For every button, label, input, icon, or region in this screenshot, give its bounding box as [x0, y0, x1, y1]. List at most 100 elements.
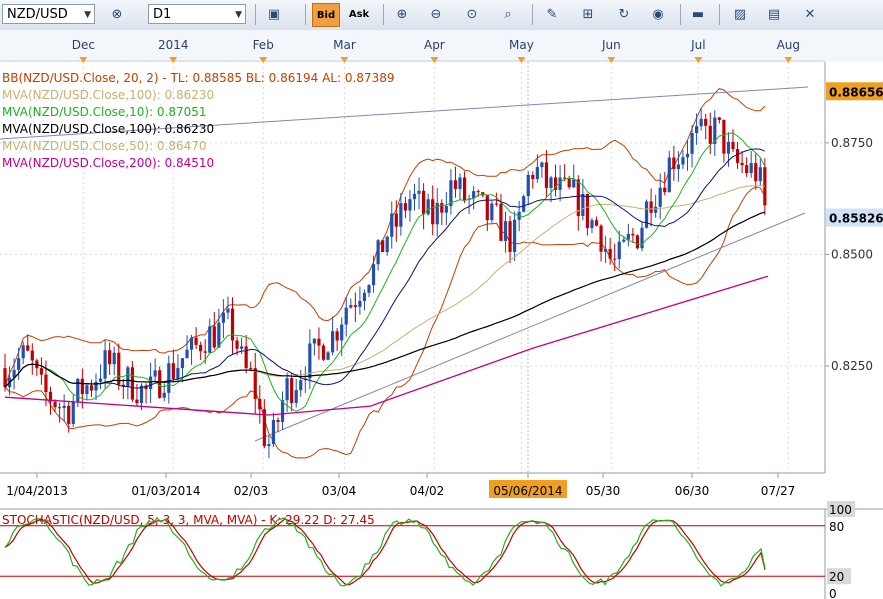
toolbar-separator	[305, 4, 306, 25]
toolbar-separator	[680, 4, 681, 25]
month-label: Jun	[601, 38, 621, 52]
candle-body	[722, 119, 726, 154]
candle-body	[704, 118, 708, 126]
candle-body	[567, 178, 571, 188]
candle-body	[740, 162, 744, 166]
candle-body	[726, 141, 731, 154]
stoch-tick-label: 100	[829, 503, 852, 517]
high-price-label: 0.88656	[829, 85, 883, 99]
zoom-reset-icon[interactable]: ⊙	[460, 3, 484, 25]
candle-body	[208, 326, 212, 353]
candle-body	[403, 203, 407, 211]
candle-body	[21, 345, 25, 359]
candle-body	[94, 381, 98, 391]
candle-body	[622, 239, 626, 242]
candle-body	[80, 378, 84, 395]
candle-body	[462, 177, 467, 201]
candle-body	[717, 117, 721, 120]
zoom-in-icon[interactable]: ⊕	[390, 3, 414, 25]
candle-body	[62, 405, 66, 408]
candle-body	[644, 201, 649, 228]
globe-icon[interactable]: ◉	[646, 3, 670, 25]
refresh-icon[interactable]: ↻	[612, 3, 636, 25]
cursor-icon[interactable]: ⌕	[496, 3, 520, 25]
candle-body	[549, 177, 553, 188]
candle-body	[335, 331, 339, 341]
drawing-icon[interactable]: ✎	[540, 3, 564, 25]
candle-body	[667, 157, 671, 193]
timeframe-select[interactable]: D1 ▼	[148, 4, 246, 24]
toolbar-separator	[532, 4, 533, 25]
candle-body	[695, 126, 699, 133]
candle-body	[185, 349, 189, 359]
date-label: 05/06/2014	[493, 484, 562, 498]
stoch-tick-label: 80	[829, 520, 844, 534]
candle-body	[108, 350, 112, 365]
candle-body	[226, 308, 230, 313]
candle-body	[426, 199, 430, 215]
candle-body	[540, 162, 544, 168]
price-chart[interactable]: Dec 2014 Feb Mar Apr May Jun Jul Aug 0.8250 0.850…	[0, 30, 883, 599]
ruler-icon[interactable]: ▬	[686, 3, 710, 25]
candle-body	[326, 352, 330, 360]
candle-body	[299, 380, 303, 391]
candle-body	[649, 201, 653, 213]
candle-body	[735, 149, 740, 163]
toolbar: NZD/USD ▼ ⊗ D1 ▼ ▣ Bid Ask ⊕ ⊖ ⊙ ⌕ ✎ ⊞ ↻…	[0, 0, 883, 31]
legend-entry: BB(NZD/USD.Close, 20, 2) - TL: 0.88585 B…	[2, 71, 394, 85]
top-month-axis: Dec 2014 Feb Mar Apr May Jun Jul Aug	[0, 30, 883, 63]
zoom-out-icon[interactable]: ⊖	[424, 3, 448, 25]
legend-entry: MVA(NZD/USD.Close,50): 0.86470	[2, 139, 207, 153]
template-icon[interactable]: ▤	[762, 3, 786, 25]
toolbar-separator	[719, 4, 720, 25]
candle-body	[485, 195, 489, 221]
candle-body	[690, 132, 694, 154]
ask-button[interactable]: Ask	[346, 3, 372, 25]
date-axis: 1/04/2013 01/03/2014 02/03 03/04 04/02 05/06/…	[0, 473, 825, 504]
candle-body	[362, 292, 367, 301]
candle-body	[17, 358, 21, 370]
month-label: 2014	[158, 38, 189, 52]
candle-body	[408, 199, 412, 211]
favorites-icon[interactable]: ⊗	[105, 3, 129, 25]
candle-body	[199, 344, 203, 352]
bid-button[interactable]: Bid	[312, 3, 340, 27]
candle-body	[112, 352, 116, 365]
candle-body	[267, 444, 271, 447]
candle-body	[681, 157, 685, 165]
candle-body	[676, 164, 680, 170]
candle-body	[258, 398, 262, 410]
candle-body	[126, 367, 130, 387]
candle-body	[212, 326, 216, 348]
candle-body	[253, 368, 257, 399]
symbol-select[interactable]: NZD/USD ▼	[2, 4, 95, 24]
candle-body	[39, 368, 43, 375]
candle-body	[513, 219, 517, 252]
candle-body	[294, 390, 298, 403]
candle-body	[708, 125, 712, 144]
candle-body	[385, 236, 389, 253]
candle-body	[340, 324, 344, 341]
candle-body	[349, 305, 353, 308]
candle-body	[276, 419, 280, 422]
toolbar-separator	[383, 4, 384, 25]
candle-body	[635, 235, 640, 249]
image-icon[interactable]: ▨	[728, 3, 752, 25]
candle-body	[371, 264, 376, 286]
candle-body	[422, 190, 426, 215]
date-label: 01/03/2014	[131, 484, 200, 498]
tools-icon[interactable]: ✕	[798, 3, 822, 25]
crosshair-icon[interactable]: ⊞	[576, 3, 600, 25]
month-label: Feb	[253, 38, 274, 52]
legend-entry: MVA(NZD/USD.Close,10): 0.87051	[2, 105, 207, 119]
candle-body	[317, 338, 321, 346]
candle-body	[394, 213, 398, 227]
month-label: May	[509, 38, 534, 52]
stoch-legend: STOCHASTIC(NZD/USD, 5, 3, 3, MVA, MVA) -…	[2, 513, 375, 527]
candle-body	[321, 345, 326, 360]
candle-body	[490, 203, 494, 221]
candle-body	[672, 157, 676, 170]
chart-type-icon[interactable]: ▣	[262, 3, 286, 25]
candle-body	[531, 174, 535, 180]
candle-body	[230, 308, 235, 341]
